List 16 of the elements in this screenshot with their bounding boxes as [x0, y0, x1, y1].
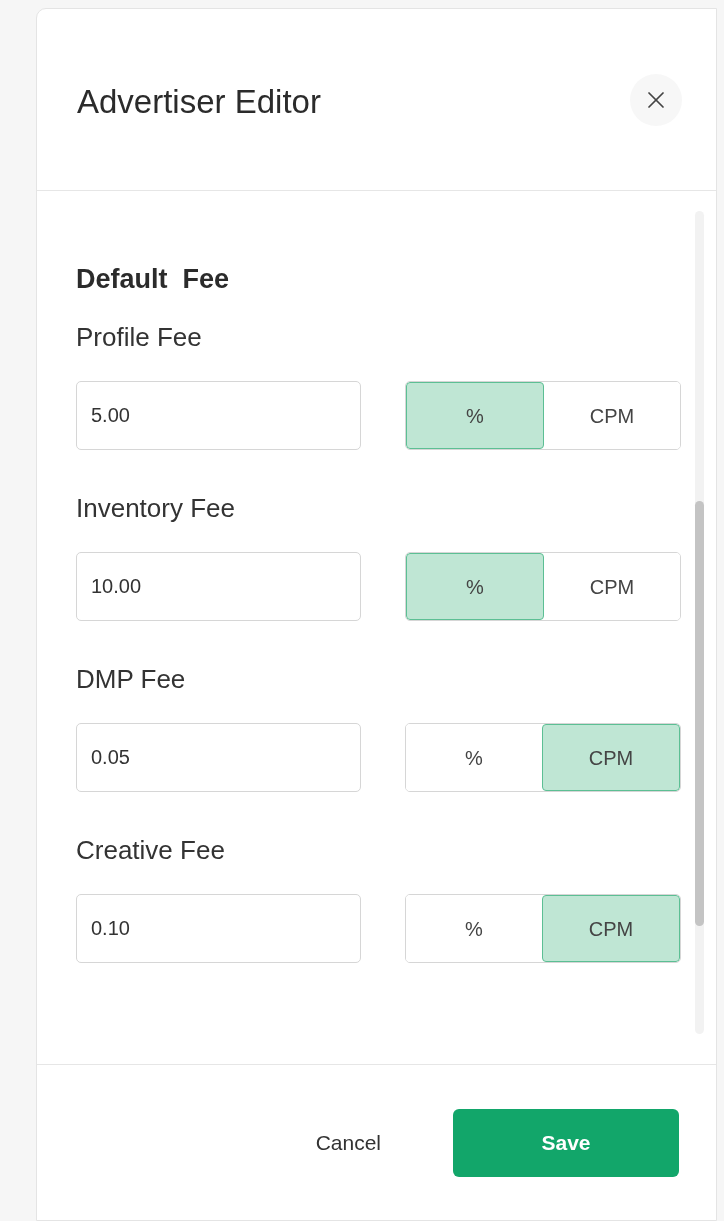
fee-input[interactable]: 5.00 [76, 381, 361, 450]
fee-input[interactable]: 0.10 [76, 894, 361, 963]
unit-toggle[interactable]: % [406, 553, 544, 620]
unit-toggle[interactable]: % [406, 382, 544, 449]
dialog-title: Advertiser Editor [77, 81, 321, 122]
field-label: Inventory Fee [76, 492, 236, 525]
fee-input[interactable]: 10.00 [76, 552, 361, 621]
field-label: Profile Fee [76, 321, 203, 354]
fee-input[interactable]: 0.05 [76, 723, 361, 792]
field-label: Creative Fee [76, 834, 226, 867]
cancel-button[interactable]: Cancel [299, 1108, 397, 1177]
unit-toggle[interactable]: CPM [542, 895, 680, 962]
section-title: Default Fee [76, 263, 231, 296]
field-label: DMP Fee [76, 663, 187, 696]
scrollbar[interactable] [695, 211, 704, 1034]
unit-toggle[interactable]: CPM [542, 724, 680, 791]
